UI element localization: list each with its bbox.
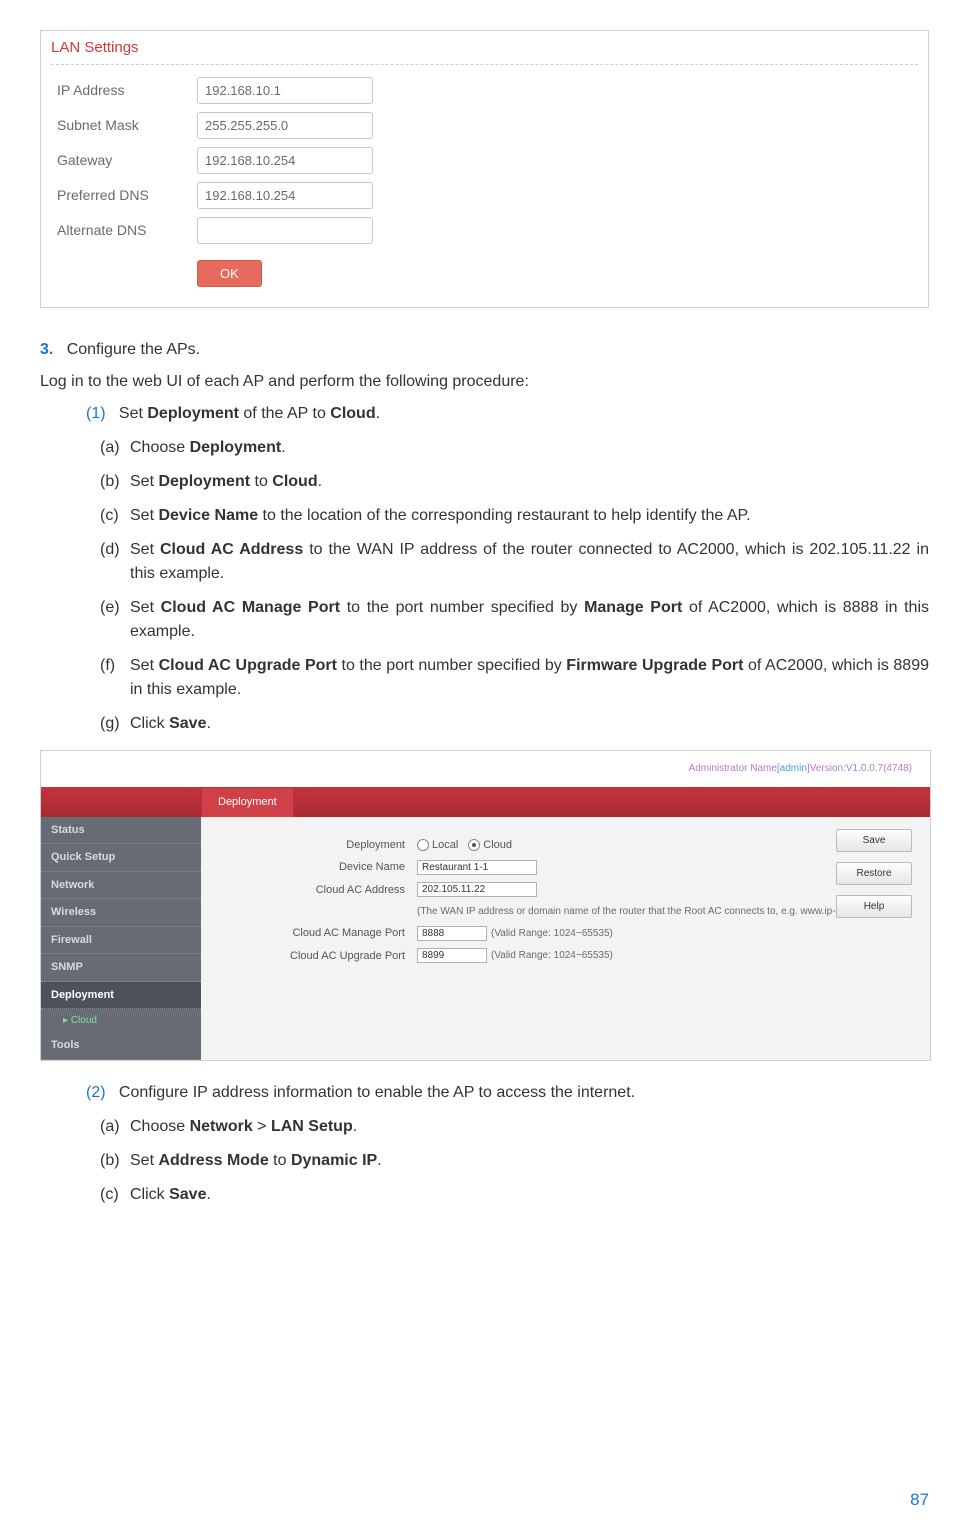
label-alt-dns: Alternate DNS	[51, 220, 197, 241]
step-title: Configure the APs.	[67, 341, 200, 358]
substep-1: (1) Set Deployment of the AP to Cloud.	[40, 402, 929, 426]
input-manage-port[interactable]	[417, 926, 487, 941]
row-deployment: Deployment Local Cloud	[215, 837, 916, 854]
item2-c: (c) Click Save.	[100, 1183, 929, 1207]
substep-2: (2) Configure IP address information to …	[40, 1081, 929, 1105]
row-subnet: Subnet Mask	[51, 112, 918, 139]
radio-local[interactable]: Local	[417, 837, 458, 854]
row-manage-port: Cloud AC Manage Port (Valid Range: 1024~…	[215, 925, 916, 942]
step-intro: Log in to the web UI of each AP and perf…	[40, 370, 929, 394]
input-cloud-address[interactable]	[417, 882, 537, 897]
label-pref-dns: Preferred DNS	[51, 185, 197, 206]
item-e: (e) Set Cloud AC Manage Port to the port…	[100, 596, 929, 644]
topbar: Administrator Name[admin]Version:V1.0.0.…	[41, 751, 930, 787]
lan-settings-title: LAN Settings	[51, 37, 918, 65]
item2-a: (a) Choose Network > LAN Setup.	[100, 1115, 929, 1139]
help-button[interactable]: Help	[836, 895, 912, 918]
step-number: 3.	[40, 341, 53, 358]
nav-network[interactable]: Network	[41, 872, 201, 900]
input-gateway[interactable]	[197, 147, 373, 174]
input-alt-dns[interactable]	[197, 217, 373, 244]
lan-settings-panel: LAN Settings IP Address Subnet Mask Gate…	[40, 30, 929, 308]
nav-wireless[interactable]: Wireless	[41, 899, 201, 927]
nav-status[interactable]: Status	[41, 817, 201, 845]
row-ip: IP Address	[51, 77, 918, 104]
redbar: Deployment	[41, 787, 930, 817]
nav-deployment-cloud[interactable]: Cloud	[41, 1009, 201, 1032]
nav-deployment[interactable]: Deployment	[41, 982, 201, 1010]
item-b: (b) Set Deployment to Cloud.	[100, 470, 929, 494]
item-f: (f) Set Cloud AC Upgrade Port to the por…	[100, 654, 929, 702]
page-number: 87	[910, 1487, 929, 1513]
radio-cloud[interactable]: Cloud	[468, 837, 512, 854]
item-a: (a) Choose Deployment.	[100, 436, 929, 460]
row-preferred-dns: Preferred DNS	[51, 182, 918, 209]
restore-button[interactable]: Restore	[836, 862, 912, 885]
nav-firewall[interactable]: Firewall	[41, 927, 201, 955]
sidebar: Status Quick Setup Network Wireless Fire…	[41, 817, 201, 1060]
nav-tools[interactable]: Tools	[41, 1032, 201, 1060]
item-c: (c) Set Device Name to the location of t…	[100, 504, 929, 528]
nav-quick-setup[interactable]: Quick Setup	[41, 844, 201, 872]
label-gateway: Gateway	[51, 150, 197, 171]
tab-deployment[interactable]: Deployment	[201, 787, 294, 817]
input-subnet[interactable]	[197, 112, 373, 139]
input-upgrade-port[interactable]	[417, 948, 487, 963]
input-ip[interactable]	[197, 77, 373, 104]
label-subnet: Subnet Mask	[51, 115, 197, 136]
item2-b: (b) Set Address Mode to Dynamic IP.	[100, 1149, 929, 1173]
row-upgrade-port: Cloud AC Upgrade Port (Valid Range: 1024…	[215, 948, 916, 965]
input-pref-dns[interactable]	[197, 182, 373, 209]
row-gateway: Gateway	[51, 147, 918, 174]
save-button[interactable]: Save	[836, 829, 912, 852]
row-cloud-address: Cloud AC Address	[215, 882, 916, 899]
row-alt-dns: Alternate DNS	[51, 217, 918, 244]
nav-snmp[interactable]: SNMP	[41, 954, 201, 982]
substep-1-num: (1)	[86, 405, 106, 422]
item-d: (d) Set Cloud AC Address to the WAN IP a…	[100, 538, 929, 586]
ok-button[interactable]: OK	[197, 260, 262, 287]
substep-2-num: (2)	[86, 1084, 106, 1101]
input-device-name[interactable]	[417, 860, 537, 875]
item-g: (g) Click Save.	[100, 712, 929, 736]
main-panel: Save Restore Help Deployment Local Cloud…	[201, 817, 930, 1060]
label-ip: IP Address	[51, 80, 197, 101]
ap-webui-screenshot: Administrator Name[admin]Version:V1.0.0.…	[40, 750, 931, 1061]
row-device-name: Device Name	[215, 859, 916, 876]
step-3-line: 3. Configure the APs.	[40, 338, 929, 362]
